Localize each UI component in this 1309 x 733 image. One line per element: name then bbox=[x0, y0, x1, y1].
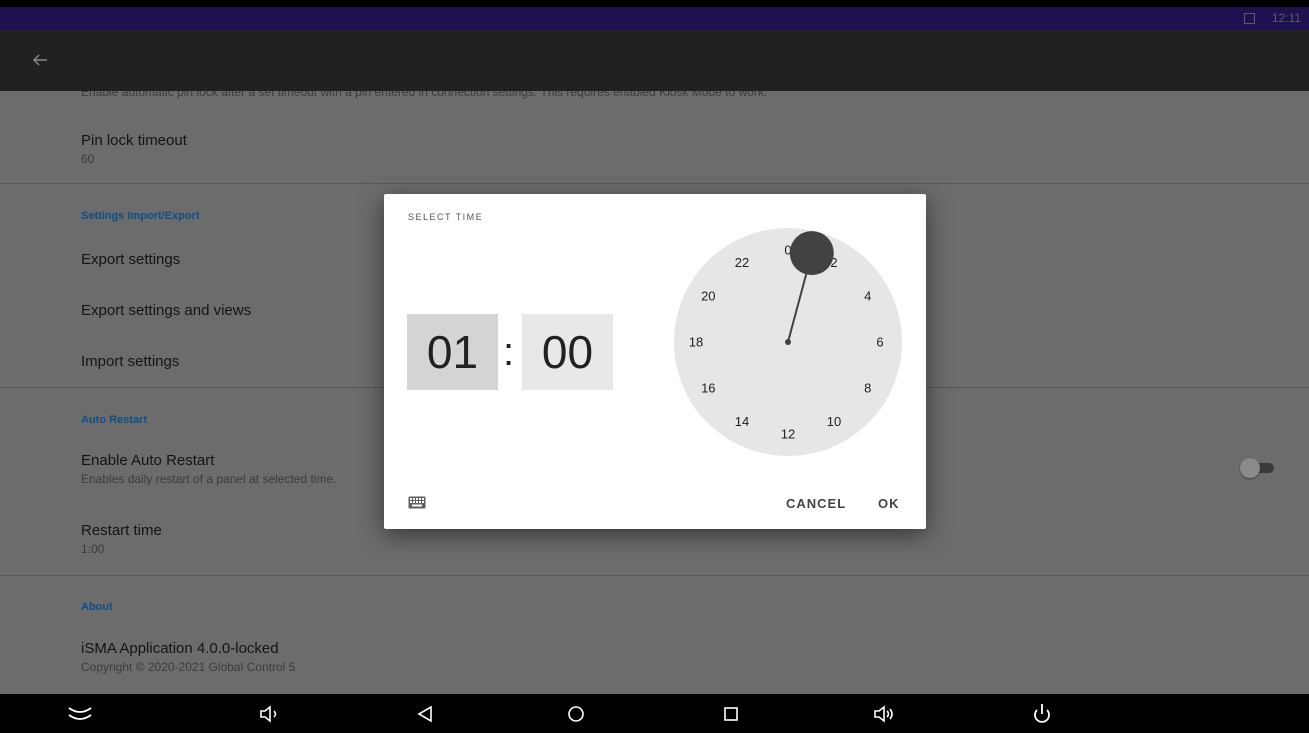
clock-label[interactable]: 20 bbox=[701, 289, 715, 304]
app-copyright: Copyright © 2020-2021 Global Control 5 bbox=[81, 660, 296, 674]
clock-selector[interactable] bbox=[789, 231, 834, 276]
category-auto-restart: Auto Restart bbox=[81, 414, 148, 426]
toggle-thumb bbox=[1240, 458, 1260, 478]
chevron-collapse-icon[interactable] bbox=[66, 702, 94, 726]
about-app-item[interactable]: iSMA Application 4.0.0-locked Copyright … bbox=[81, 640, 295, 674]
pin-lock-timeout-value: 60 bbox=[81, 152, 95, 166]
auto-restart-toggle[interactable] bbox=[1240, 458, 1274, 478]
divider bbox=[0, 183, 1309, 184]
dialog-title: SELECT TIME bbox=[408, 212, 484, 222]
pin-lock-summary: Enable automatic pin lock after a set ti… bbox=[81, 91, 768, 99]
export-settings-views-item[interactable]: Export settings and views bbox=[81, 302, 251, 319]
clock-label[interactable]: 12 bbox=[781, 427, 795, 442]
arrow-left-icon bbox=[33, 54, 47, 66]
restart-time-value: 1:00 bbox=[81, 542, 105, 556]
clock-dial[interactable]: 0246810121416182022 bbox=[674, 228, 902, 456]
minute-display[interactable]: 00 bbox=[522, 314, 613, 390]
clock-label[interactable]: 6 bbox=[876, 335, 883, 350]
cancel-button[interactable]: CANCEL bbox=[786, 496, 846, 511]
clock-label[interactable]: 10 bbox=[827, 414, 841, 429]
volume-up-icon[interactable] bbox=[870, 702, 898, 726]
export-settings-item[interactable]: Export settings bbox=[81, 251, 180, 268]
hour-display[interactable]: 01 bbox=[407, 314, 498, 390]
clock-label[interactable]: 8 bbox=[864, 381, 871, 396]
restart-time-title: Restart time bbox=[81, 522, 162, 539]
clock-label[interactable]: 18 bbox=[689, 335, 703, 350]
navigation-bar bbox=[0, 694, 1309, 733]
divider bbox=[0, 575, 1309, 576]
app-version-title: iSMA Application 4.0.0-locked bbox=[81, 640, 279, 657]
category-import-export: Settings Import/Export bbox=[81, 210, 200, 222]
home-icon[interactable] bbox=[562, 702, 590, 726]
power-icon[interactable] bbox=[1028, 702, 1056, 726]
pin-lock-timeout-item[interactable]: Pin lock timeout 60 bbox=[81, 132, 187, 166]
time-separator: : bbox=[503, 329, 515, 374]
enable-auto-restart-summary: Enables daily restart of a panel at sele… bbox=[81, 472, 337, 486]
clock-label[interactable]: 4 bbox=[864, 289, 871, 304]
recents-icon[interactable] bbox=[717, 702, 745, 726]
status-clock: 12:11 bbox=[1271, 11, 1301, 25]
back-button[interactable] bbox=[28, 48, 52, 72]
clock-center-dot bbox=[785, 339, 791, 345]
time-picker-dialog: SELECT TIME 01 : 00 0 2 4 6 8 10 12 14 16 18 20 22 … bbox=[384, 194, 926, 529]
category-about: About bbox=[81, 601, 113, 613]
no-sim-icon bbox=[1244, 13, 1255, 24]
restart-time-item[interactable]: Restart time 1:00 bbox=[81, 522, 162, 556]
app-bar bbox=[0, 30, 1309, 91]
status-bar: 12:11 bbox=[0, 7, 1309, 30]
import-settings-item[interactable]: Import settings bbox=[81, 353, 179, 370]
volume-down-icon[interactable] bbox=[256, 702, 284, 726]
clock-label[interactable]: 16 bbox=[701, 381, 715, 396]
enable-auto-restart-title: Enable Auto Restart bbox=[81, 452, 215, 469]
pin-lock-timeout-title: Pin lock timeout bbox=[81, 132, 187, 149]
keyboard-icon[interactable] bbox=[408, 496, 426, 509]
enable-auto-restart-item[interactable]: Enable Auto Restart Enables daily restar… bbox=[81, 452, 336, 486]
clock-label[interactable]: 14 bbox=[735, 414, 749, 429]
clock-label[interactable]: 22 bbox=[735, 255, 749, 270]
ok-button[interactable]: OK bbox=[878, 496, 900, 511]
back-icon[interactable] bbox=[411, 702, 439, 726]
